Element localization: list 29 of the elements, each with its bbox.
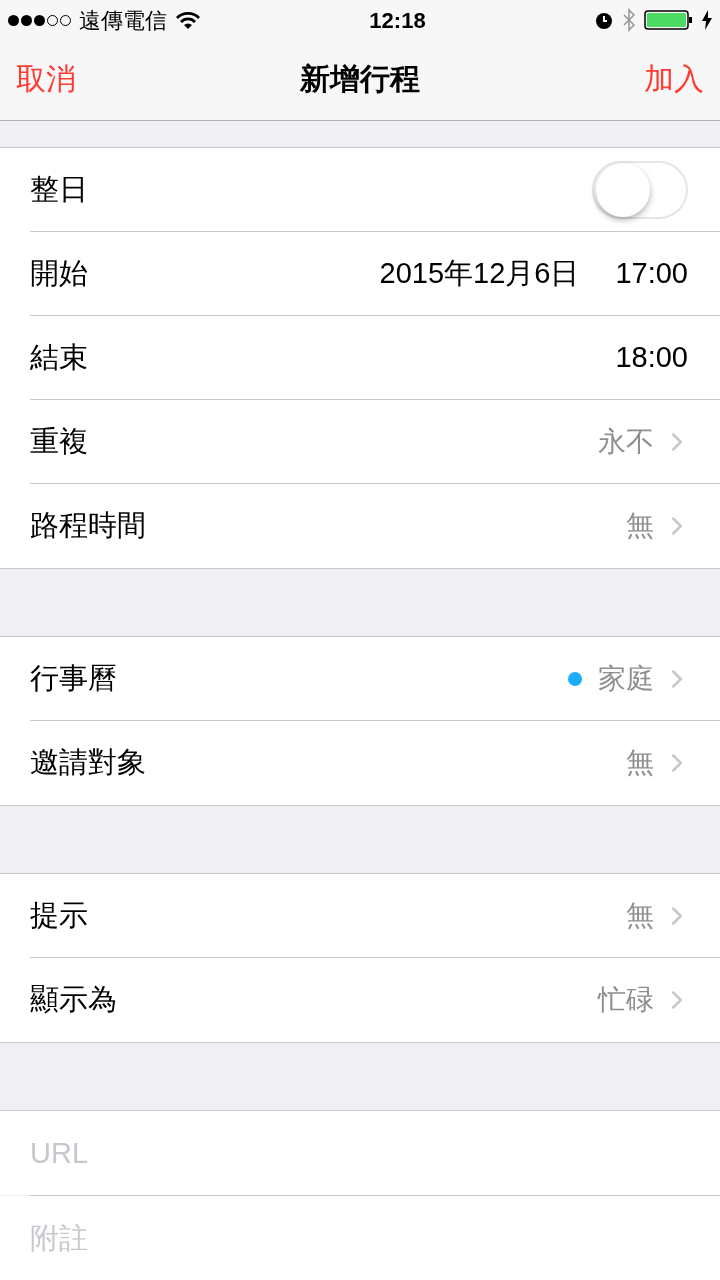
row-label[interactable]: 行事曆 (30, 656, 117, 701)
time-value[interactable]: 17:00 (615, 251, 688, 296)
row-value: 忙碌 (598, 983, 654, 1017)
date-value[interactable]: 2015年12月6日 (379, 251, 580, 296)
row-label[interactable]: 重複 (30, 419, 88, 464)
row-value: 永不 (598, 424, 654, 459)
alarm-clock-icon (594, 10, 614, 30)
row-label[interactable]: 提示 (30, 893, 88, 938)
wifi-icon (175, 10, 201, 30)
text-field[interactable]: URL (0, 1111, 720, 1195)
row-value: 無 (626, 898, 654, 933)
row-value: 家庭 (598, 661, 654, 696)
row-label[interactable]: 整日 (30, 167, 88, 212)
text-field[interactable]: 附註 (0, 1196, 720, 1280)
bluetooth-icon (622, 8, 636, 32)
row-label[interactable]: 路程時間 (30, 504, 146, 548)
time-value[interactable]: 18:00 (615, 335, 688, 380)
toggle-switch[interactable] (592, 160, 688, 219)
charging-icon (702, 10, 712, 30)
carrier-name: 遠傳電信 (79, 6, 167, 35)
clock-time: 12:18 (369, 6, 426, 35)
row-value: 無 (626, 509, 654, 543)
row-value: 無 (626, 746, 654, 780)
screen-title: 新增行程 (300, 60, 420, 97)
row-label[interactable]: 結束 (30, 335, 88, 380)
row-label[interactable]: 開始 (30, 251, 88, 296)
battery-icon (644, 9, 694, 31)
row-label[interactable]: 顯示為 (30, 978, 117, 1022)
row-label[interactable]: 邀請對象 (30, 741, 146, 785)
